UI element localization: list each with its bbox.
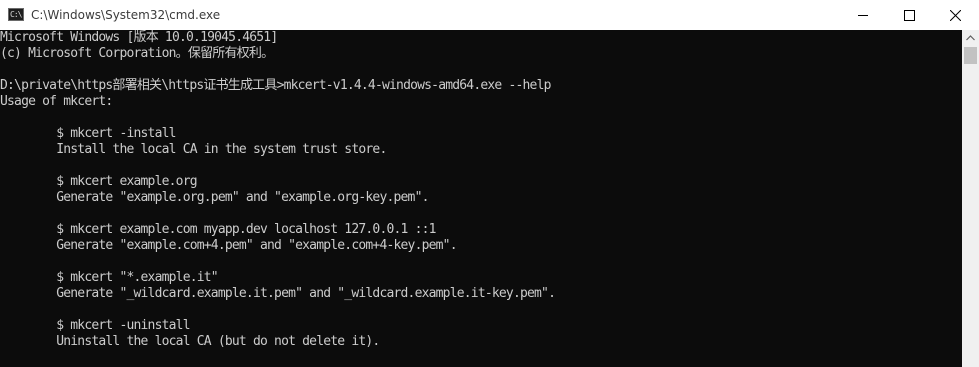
title-bar[interactable]: C:\ C:\Windows\System32\cmd.exe xyxy=(0,0,979,30)
console-line: Install the local CA in the system trust… xyxy=(0,142,387,157)
minimize-icon xyxy=(858,15,868,16)
cmd-app-icon[interactable]: C:\ xyxy=(8,8,24,21)
scroll-up-button[interactable] xyxy=(962,30,979,47)
console-line: Generate "example.com+4.pem" and "exampl… xyxy=(0,238,457,253)
console-line: $ mkcert example.com myapp.dev localhost… xyxy=(0,222,436,237)
console-line: Uninstall the local CA (but do not delet… xyxy=(0,334,380,349)
console-line: $ mkcert "*.example.it" xyxy=(0,270,218,285)
close-button[interactable] xyxy=(932,0,978,30)
console-line: Microsoft Windows [版本 10.0.19045.4651] xyxy=(0,30,278,45)
console-line: D:\private\https部署相关\https证书生成工具>mkcert-… xyxy=(0,78,551,93)
maximize-button[interactable] xyxy=(886,0,932,30)
console-line: (c) Microsoft Corporation。保留所有权利。 xyxy=(0,46,274,61)
console-output[interactable]: Microsoft Windows [版本 10.0.19045.4651] (… xyxy=(0,30,962,367)
scroll-thumb[interactable] xyxy=(964,47,977,64)
console-line: $ mkcert -uninstall xyxy=(0,318,190,333)
close-icon xyxy=(950,10,961,21)
vertical-scrollbar[interactable] xyxy=(962,30,979,367)
window-title: C:\Windows\System32\cmd.exe xyxy=(31,8,221,22)
cmd-app-icon-text: C:\ xyxy=(10,10,22,19)
console-line: Generate "example.org.pem" and "example.… xyxy=(0,190,429,205)
console-line: $ mkcert -install xyxy=(0,126,176,141)
console-line: Generate "_wildcard.example.it.pem" and … xyxy=(0,286,556,301)
maximize-icon xyxy=(904,10,915,21)
console-line: Usage of mkcert: xyxy=(0,94,113,109)
minimize-button[interactable] xyxy=(840,0,886,30)
console-line: $ mkcert example.org xyxy=(0,174,197,189)
scroll-up-arrow-icon xyxy=(966,35,975,41)
